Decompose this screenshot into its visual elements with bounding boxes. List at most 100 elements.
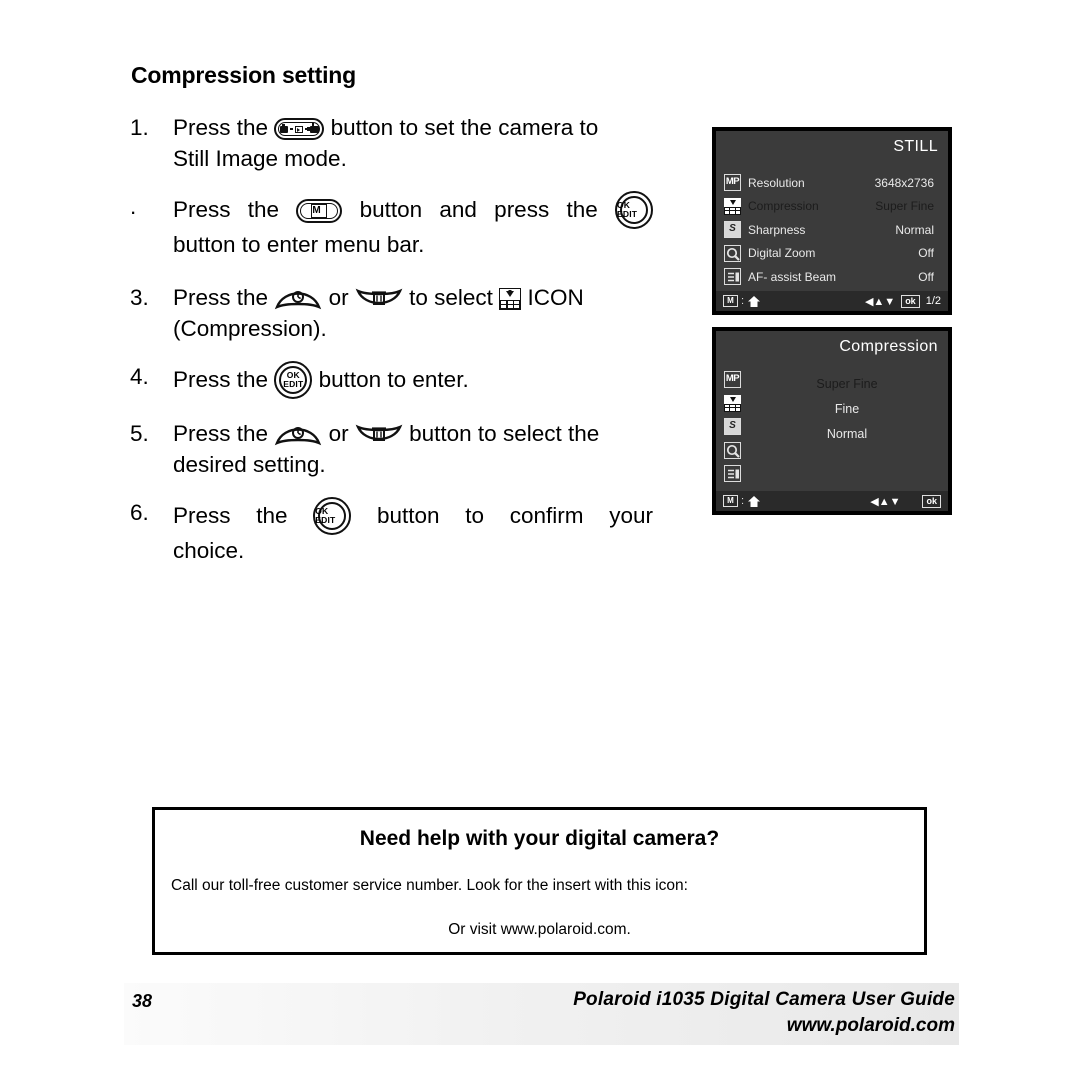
step-text-line2: (Compression). [173,316,327,341]
page-number: 38 [132,991,153,1011]
step-text-line2: desired setting. [173,452,326,477]
menu-label: Digital Zoom [748,246,816,261]
list-item[interactable]: Super Fine [756,377,938,391]
menu-value: Super Fine [875,199,934,214]
mp-icon[interactable]: MP [724,371,741,388]
step-text: ICON [527,285,584,310]
list-item[interactable]: AF- assist Beam Off [724,265,940,289]
lcd-status-bar: M : ◀▲▼ ok 1/2 [716,291,948,311]
step-text: button to select the [409,421,600,446]
step-number: 1. [130,115,149,140]
trash-down-button-icon [355,421,403,447]
menu-m-button-icon: M [296,199,343,223]
edit-label: EDIT [283,379,304,389]
menu-label: AF- assist Beam [748,269,837,284]
step-text: button and press the [359,197,598,222]
footer-url[interactable]: www.polaroid.com [787,1015,955,1037]
step-text: Press the [173,115,269,140]
help-callout-box: Need help with your digital camera? Call… [152,807,927,955]
self-timer-up-button-icon [274,285,322,311]
step-text-line2: Still Image mode. [173,146,347,171]
menu-value: 3648x2736 [874,175,934,190]
manual-page: Compression setting 1. Press the button … [0,0,1080,1080]
lcd-status-bar: M : ◀▲▼ ok [716,491,948,511]
compression-options-list: Super Fine Fine Normal [756,377,938,452]
menu-label: Compression [748,199,819,214]
menu-value: Normal [895,222,934,237]
menu-value: Off [918,269,934,284]
step-text: Press the [173,421,269,446]
mp-icon: MP [724,174,741,192]
af-assist-beam-icon[interactable] [724,465,741,482]
direction-arrows-icon: ◀▲▼ [864,295,896,308]
help-text-line1: Call our toll-free customer service numb… [171,877,688,894]
compression-icon[interactable] [724,394,741,412]
list-item[interactable]: Compression Super Fine [724,195,940,219]
step-text: Press the [173,285,269,310]
sharpness-icon: S [724,221,741,239]
direction-arrows-icon: ◀▲▼ [870,495,901,508]
list-item: . Press the M button and press the OK ED… [128,191,653,260]
ok-edit-button-icon: OK EDIT [615,191,653,229]
m-button-indicator: M [723,495,738,507]
step-number: 4. [130,364,149,389]
list-item[interactable]: MP Resolution 3648x2736 [724,171,940,195]
list-item: 6. Press the OK EDIT button to confirm y… [128,497,653,566]
ok-indicator: ok [922,494,941,508]
list-item: 4. Press the OK EDIT button to enter. [128,361,653,399]
menu-label: Sharpness [748,222,806,237]
help-text-line2: Or visit www.polaroid.com. [448,921,631,938]
self-timer-up-button-icon [274,421,322,447]
af-assist-beam-icon [724,268,741,286]
sharpness-icon[interactable]: S [724,418,741,435]
step-text: Press the [173,367,269,392]
step-number: 3. [130,285,149,310]
page-footer: 38 Polaroid i1035 Digital Camera User Gu… [124,983,959,1045]
step-text-line2: button to enter menu bar. [173,232,425,257]
lcd-menu-icon-column: MP S [724,371,741,489]
help-title: Need help with your digital camera? [359,827,720,850]
colon-separator: : [741,295,745,307]
step-number: 6. [130,500,149,525]
step-number: . [130,194,137,219]
camera-lcd-still-menu: STILL MP Resolution 3648x2736 Compressio… [712,127,952,315]
step-text: Press the [173,197,280,222]
list-item[interactable]: Fine [756,402,938,416]
edit-label: EDIT [617,209,638,219]
step-text: Press the [173,503,288,528]
home-icon [747,495,761,508]
instruction-steps-list: 1. Press the button to set the camera to… [128,112,653,583]
colon-separator: : [741,495,745,507]
list-item[interactable]: Digital Zoom Off [724,242,940,266]
step-text: to select [409,285,493,310]
list-item: 1. Press the button to set the camera to… [128,112,653,174]
compression-icon [499,288,522,310]
step-text: or [328,421,349,446]
trash-down-button-icon [355,285,403,311]
page-title: Compression setting [131,62,356,88]
step-text-line2: choice. [173,538,245,563]
edit-label: EDIT [315,515,336,525]
digital-zoom-icon[interactable] [724,441,741,459]
guide-title: Polaroid i1035 Digital Camera User Guide [573,989,955,1010]
step-text: or [328,285,349,310]
step-number: 5. [130,421,149,446]
list-item: 5. Press the or button to select the des… [128,418,653,480]
step-text: button to enter. [318,367,469,392]
compression-icon [724,197,741,215]
list-item[interactable]: Normal [756,427,938,441]
ok-edit-button-icon: OK EDIT [313,497,352,535]
page-indicator: 1/2 [925,295,941,307]
ok-edit-button-icon: OK EDIT [274,361,313,399]
step-text: button to set the camera to [330,115,599,140]
list-item[interactable]: S Sharpness Normal [724,218,940,242]
lcd-title: Compression [839,338,938,355]
lcd-menu-rows: MP Resolution 3648x2736 Compression Supe… [724,171,940,289]
menu-value: Off [918,246,934,261]
menu-label: Resolution [748,175,805,190]
home-icon [747,295,761,308]
digital-zoom-icon [724,244,741,262]
camera-lcd-compression-menu: Compression MP S Super Fine Fine Normal … [712,327,952,515]
m-label: M [311,204,328,218]
ok-indicator: ok [901,294,920,308]
